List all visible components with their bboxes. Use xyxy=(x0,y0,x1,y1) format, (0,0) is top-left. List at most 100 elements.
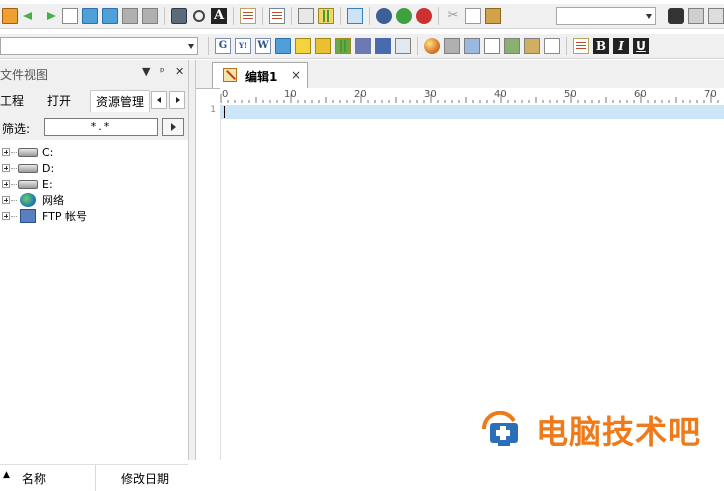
wikipedia-icon[interactable]: W xyxy=(255,38,271,54)
current-line-highlight[interactable] xyxy=(221,105,724,119)
tree-item-label: 网络 xyxy=(42,194,64,207)
ruler-label: 30 xyxy=(424,89,437,100)
tree-item-ftp[interactable]: FTP 帐号 xyxy=(2,208,87,224)
document-tab[interactable]: 编辑1 × xyxy=(212,62,308,88)
php-icon[interactable] xyxy=(355,38,371,54)
toolbar-separator xyxy=(566,37,567,55)
save-icon[interactable] xyxy=(122,8,138,24)
expand-icon[interactable] xyxy=(2,180,10,188)
chevron-down-icon[interactable] xyxy=(646,14,652,19)
word-wrap-icon[interactable] xyxy=(240,8,256,24)
forward-arrow-icon[interactable] xyxy=(42,8,58,24)
find-next-icon[interactable] xyxy=(688,8,704,24)
open-folder-icon[interactable] xyxy=(2,8,18,24)
tree-connector xyxy=(11,199,17,201)
pin-icon[interactable]: ᵖ xyxy=(160,65,165,78)
sort-ascending-icon[interactable]: ▲ xyxy=(3,470,10,480)
expand-icon[interactable] xyxy=(2,164,10,172)
brush-icon[interactable] xyxy=(524,38,540,54)
main-toolbar: A ✂ xyxy=(0,4,724,29)
ftp-upload-icon[interactable] xyxy=(464,38,480,54)
search-combo[interactable] xyxy=(556,7,656,25)
script-icon[interactable] xyxy=(375,38,391,54)
tree-item-d[interactable]: D: xyxy=(2,160,54,176)
id-card-icon[interactable] xyxy=(484,38,500,54)
panel-tabs: 工程 打开 资源管理 xyxy=(0,90,188,112)
tree-item-e[interactable]: E: xyxy=(2,176,53,192)
new-file-icon[interactable] xyxy=(62,8,78,24)
cut-icon[interactable]: ✂ xyxy=(445,8,461,24)
ruler-label: 60 xyxy=(634,89,647,100)
browser-preview-icon[interactable] xyxy=(275,38,291,54)
redo-icon[interactable] xyxy=(396,8,412,24)
tree-connector xyxy=(11,151,17,153)
stop-icon[interactable] xyxy=(416,8,432,24)
open-project-icon[interactable] xyxy=(102,8,118,24)
tab-label: 工程 xyxy=(0,94,25,108)
column-mode-icon[interactable] xyxy=(318,8,334,24)
watermark: 电脑技术吧 xyxy=(480,410,701,451)
save-all-icon[interactable] xyxy=(142,8,158,24)
column-name-header[interactable]: 名称 xyxy=(22,470,46,487)
yahoo-search-icon[interactable]: Y! xyxy=(235,38,251,54)
font-icon[interactable]: A xyxy=(211,8,227,24)
toggle-panel-icon[interactable] xyxy=(347,8,363,24)
filter-apply-button[interactable] xyxy=(162,118,184,136)
toolbar-separator xyxy=(164,7,165,25)
tree-item-c[interactable]: C: xyxy=(2,144,53,160)
document-edit-icon xyxy=(223,68,237,82)
panel-menu-icon[interactable]: ▼ xyxy=(142,65,150,78)
close-icon[interactable]: ✕ xyxy=(175,65,184,78)
replace-icon[interactable] xyxy=(708,8,724,24)
tab-scroll-left-icon[interactable] xyxy=(151,91,167,109)
copy-icon[interactable] xyxy=(465,8,481,24)
document-compare-icon[interactable] xyxy=(444,38,460,54)
chevron-down-icon[interactable] xyxy=(188,44,194,49)
ftp-icon xyxy=(20,209,36,223)
expand-icon[interactable] xyxy=(2,148,10,156)
code-snippet-icon[interactable] xyxy=(315,38,331,54)
back-arrow-icon[interactable] xyxy=(22,8,38,24)
expand-icon[interactable] xyxy=(2,212,10,220)
paste-icon[interactable] xyxy=(485,8,501,24)
window-icon[interactable] xyxy=(395,38,411,54)
tab-open[interactable]: 打开 xyxy=(47,90,87,112)
undo-icon[interactable] xyxy=(376,8,392,24)
filter-input[interactable]: *.* xyxy=(44,118,158,136)
column-divider[interactable] xyxy=(95,465,96,491)
column-date-header[interactable]: 修改日期 xyxy=(121,470,169,487)
open-file-icon[interactable] xyxy=(82,8,98,24)
filter-row: 筛选: *.* xyxy=(0,118,188,138)
color-picker-icon[interactable] xyxy=(424,38,440,54)
bold-icon[interactable]: B xyxy=(593,38,609,54)
print-icon[interactable] xyxy=(171,8,187,24)
italic-icon[interactable]: I xyxy=(613,38,629,54)
function-combo[interactable] xyxy=(0,37,198,55)
underline-icon[interactable]: U xyxy=(633,38,649,54)
new-template-icon[interactable] xyxy=(544,38,560,54)
file-list-header: ▲ 名称 修改日期 xyxy=(0,464,188,491)
find-icon[interactable] xyxy=(668,8,684,24)
tools-icon[interactable] xyxy=(504,38,520,54)
expand-icon[interactable] xyxy=(2,196,10,204)
paragraph-icon[interactable] xyxy=(573,38,589,54)
document-list-icon[interactable] xyxy=(269,8,285,24)
ruler: 0 10 20 30 40 50 60 70 xyxy=(220,88,724,104)
tab-scroll-right-icon[interactable] xyxy=(169,91,185,109)
properties-icon[interactable] xyxy=(298,8,314,24)
tree-connector xyxy=(11,215,17,217)
ruler-label: 70 xyxy=(704,89,717,100)
google-search-icon[interactable]: G xyxy=(215,38,231,54)
editor-area: 编辑1 × 0 10 20 30 40 50 60 70 1 xyxy=(196,60,724,460)
toolbar-separator xyxy=(417,37,418,55)
close-tab-icon[interactable]: × xyxy=(291,68,301,82)
tab-project[interactable]: 工程 xyxy=(0,90,40,112)
tree-item-network[interactable]: 网络 xyxy=(2,192,64,208)
document-tab-label: 编辑1 xyxy=(245,70,278,84)
print-preview-icon[interactable] xyxy=(193,10,205,22)
line-number-gutter: 1 xyxy=(196,104,221,460)
lightbulb-icon[interactable] xyxy=(295,38,311,54)
panel-splitter[interactable] xyxy=(189,60,196,460)
tab-explorer[interactable]: 资源管理 xyxy=(90,90,150,112)
asp-icon[interactable] xyxy=(335,38,351,54)
